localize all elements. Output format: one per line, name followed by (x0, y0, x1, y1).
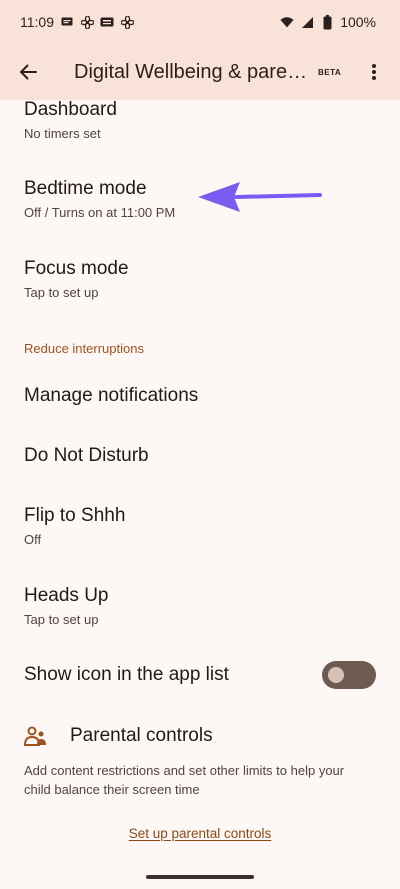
fan-icon (80, 15, 94, 29)
heads-up-subtitle: Tap to set up (24, 612, 99, 627)
dashboard-subtitle: No timers set (24, 126, 101, 141)
focus-mode-subtitle: Tap to set up (24, 285, 99, 300)
status-time: 11:09 (20, 14, 54, 30)
more-vert-icon (372, 64, 376, 80)
app-bar: Digital Wellbeing & parental controls BE… (0, 44, 400, 100)
show-icon-toggle[interactable] (322, 661, 376, 689)
show-icon-item[interactable]: Show icon in the app list (0, 661, 400, 693)
flip-to-shhh-subtitle: Off (24, 532, 42, 547)
page-title: Digital Wellbeing & parental controls (74, 60, 310, 83)
focus-mode-item[interactable]: Focus mode Tap to set up (0, 257, 400, 301)
manage-notifications-title: Manage notifications (24, 385, 199, 406)
do-not-disturb-item[interactable]: Do Not Disturb (0, 444, 400, 468)
signal-icon (300, 15, 314, 29)
more-options-button[interactable] (354, 44, 394, 100)
parental-controls-title: Parental controls (70, 725, 213, 746)
message-icon (60, 15, 74, 29)
wifi-icon (280, 15, 294, 29)
heads-up-title: Heads Up (24, 585, 109, 606)
flip-to-shhh-title: Flip to Shhh (24, 505, 126, 526)
parental-controls-description: Add content restrictions and set other l… (24, 763, 345, 797)
status-bar: 11:09 100% (0, 0, 400, 44)
battery-level: 100% (340, 14, 376, 30)
flip-to-shhh-item[interactable]: Flip to Shhh Off (0, 504, 400, 548)
gesture-nav-bar[interactable] (146, 875, 254, 879)
focus-mode-title: Focus mode (24, 258, 129, 279)
beta-badge: BETA (318, 67, 342, 77)
annotation-arrow-icon (198, 182, 322, 212)
parental-controls-icon (24, 726, 46, 746)
keyboard-icon (100, 15, 114, 29)
dashboard-title: Dashboard (24, 99, 117, 120)
status-right: 100% (280, 14, 376, 30)
manage-notifications-item[interactable]: Manage notifications (0, 384, 400, 408)
heads-up-item[interactable]: Heads Up Tap to set up (0, 584, 400, 628)
dashboard-item[interactable]: Dashboard No timers set (0, 98, 400, 142)
fan-icon-2 (120, 15, 134, 29)
back-button[interactable] (0, 44, 56, 100)
parental-controls-header: Parental controls (0, 724, 400, 748)
section-header-reduce-interruptions: Reduce interruptions (24, 341, 144, 356)
back-arrow-icon (20, 64, 37, 80)
battery-icon (320, 14, 334, 29)
status-left: 11:09 (20, 14, 134, 30)
toggle-knob (328, 667, 344, 683)
setup-parental-controls-link[interactable]: Set up parental controls (0, 826, 400, 841)
do-not-disturb-title: Do Not Disturb (24, 445, 149, 466)
